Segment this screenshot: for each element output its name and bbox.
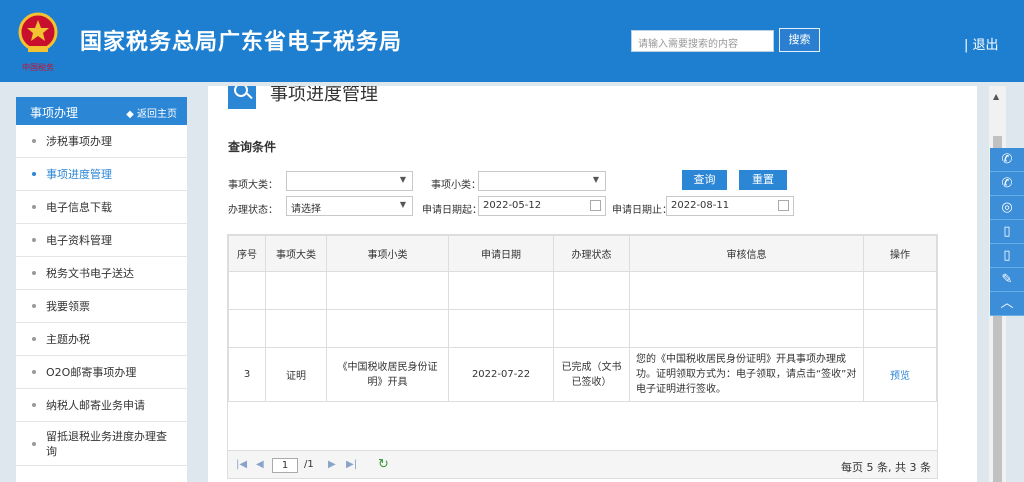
sidebar-item-tax-matters[interactable]: 涉税事项办理 — [16, 125, 187, 158]
cell-minor: 《中国税收居民身份证明》开具 — [326, 347, 449, 402]
scroll-up-arrow-icon[interactable]: ▲ — [993, 92, 999, 101]
pagination-bar: |◀ ◀ 1 /1 ▶ ▶| ↻ 每页 5 条, 共 3 条 — [228, 450, 937, 478]
sidebar-item-o2o-mail[interactable]: O2O邮寄事项办理 — [16, 356, 187, 389]
sidebar-item-e-info-download[interactable]: 电子信息下载 — [16, 191, 187, 224]
first-page-icon[interactable]: |◀ — [236, 459, 247, 470]
floating-toolbar: ✆ ✆ ◎ ▯ ▯ ✎ ︿ — [990, 148, 1024, 316]
query-section-title: 查询条件 — [228, 140, 277, 154]
search-magnifier-icon — [228, 86, 256, 109]
sidebar-item-progress[interactable]: 事项进度管理 — [16, 158, 187, 191]
results-grid: 序号 事项大类 事项小类 申请日期 办理状态 审核信息 操作 3 证明 《中国税… — [227, 234, 938, 479]
date-from-value: 2022-05-12 — [483, 200, 542, 211]
table-row-empty — [228, 309, 937, 348]
sidebar-item-label: 涉税事项办理 — [46, 135, 112, 148]
back-home-link[interactable]: ◆ 返回主页 — [126, 105, 177, 120]
preview-link[interactable]: 预览 — [890, 371, 910, 382]
back-to-top-icon[interactable]: ︿ — [990, 292, 1024, 316]
sidebar: 事项办理 ◆ 返回主页 涉税事项办理 事项进度管理 电子信息下载 电子资料管理 … — [16, 97, 187, 482]
sidebar-item-label: O2O邮寄事项办理 — [46, 366, 137, 379]
column-header[interactable]: 办理状态 — [553, 235, 630, 272]
emblem-caption: 中国税务 — [22, 62, 54, 72]
sidebar-item-label: 我要领票 — [46, 300, 90, 313]
logout-link[interactable]: | 退出 — [964, 34, 999, 53]
sidebar-item-mail-request[interactable]: 纳税人邮寄业务申请 — [16, 389, 187, 422]
calendar-icon[interactable] — [590, 200, 601, 211]
sidebar-item-e-docs[interactable]: 电子资料管理 — [16, 224, 187, 257]
sidebar-item-refund-query[interactable]: 留抵退税业务进度办理查询 — [16, 422, 187, 466]
sidebar-item-label: 电子信息下载 — [46, 201, 112, 214]
table-row-empty — [228, 271, 937, 310]
page-title: 事项进度管理 — [270, 86, 378, 105]
column-header[interactable]: 事项小类 — [326, 235, 449, 272]
status-value: 请选择 — [291, 204, 321, 215]
sidebar-item-get-invoice[interactable]: 我要领票 — [16, 290, 187, 323]
next-page-icon[interactable]: ▶ — [328, 459, 336, 470]
chevron-down-icon: ▼ — [399, 175, 406, 184]
mobile-icon[interactable]: ▯ — [990, 244, 1024, 268]
main-panel: 事项进度管理 查询条件 事项大类： ▼ 事项小类： ▼ 查询 重置 办理状态： … — [208, 86, 977, 482]
cell-status: 已完成（文书已签收） — [553, 347, 630, 402]
date-to-label: 申请日期止： — [612, 205, 672, 216]
major-category-select[interactable]: ▼ — [286, 171, 413, 191]
edit-icon[interactable]: ✎ — [990, 268, 1024, 292]
sidebar-item-label: 电子资料管理 — [46, 234, 112, 247]
search-input[interactable]: 请输入需要搜索的内容 — [631, 30, 774, 52]
minor-category-label: 事项小类： — [431, 180, 481, 191]
cell-seq: 3 — [228, 347, 266, 402]
table-header-row: 序号 事项大类 事项小类 申请日期 办理状态 审核信息 操作 — [228, 235, 937, 272]
results-table: 序号 事项大类 事项小类 申请日期 办理状态 审核信息 操作 3 证明 《中国税… — [228, 235, 937, 402]
pagination-summary: 每页 5 条, 共 3 条 — [841, 461, 931, 474]
site-title: 国家税务总局广东省电子税务局 — [80, 30, 403, 55]
page-heading: 事项进度管理 — [228, 86, 378, 112]
date-from-label: 申请日期起： — [422, 205, 482, 216]
wechat-icon[interactable]: ✆ — [990, 172, 1024, 196]
column-header[interactable]: 序号 — [228, 235, 266, 272]
page-number-input[interactable]: 1 — [272, 458, 298, 473]
sidebar-item-e-delivery[interactable]: 税务文书电子送达 — [16, 257, 187, 290]
mobile-icon[interactable]: ▯ — [990, 220, 1024, 244]
date-to-value: 2022-08-11 — [671, 200, 730, 211]
major-category-label: 事项大类： — [228, 180, 278, 191]
tax-emblem-logo: 中国税务 — [18, 12, 58, 72]
sidebar-item-label: 留抵退税业务进度办理查询 — [46, 429, 167, 458]
cell-action: 预览 — [863, 347, 937, 402]
chevron-down-icon: ▼ — [592, 175, 599, 184]
minor-category-select[interactable]: ▼ — [478, 171, 606, 191]
column-header[interactable]: 审核信息 — [629, 235, 864, 272]
date-to-input[interactable]: 2022-08-11 — [666, 196, 794, 216]
sidebar-item-theme-tax[interactable]: 主题办税 — [16, 323, 187, 356]
last-page-icon[interactable]: ▶| — [346, 459, 357, 470]
wechat-icon[interactable]: ✆ — [990, 148, 1024, 172]
table-row[interactable]: 3 证明 《中国税收居民身份证明》开具 2022-07-22 已完成（文书已签收… — [228, 347, 937, 402]
cell-message: 您的《中国税收居民身份证明》开具事项办理成功。证明领取方式为：电子领取，请点击“… — [629, 347, 864, 402]
sidebar-item-label: 税务文书电子送达 — [46, 267, 134, 280]
search-button[interactable]: 搜索 — [779, 28, 820, 52]
cell-major: 证明 — [265, 347, 327, 402]
sidebar-header: 事项办理 ◆ 返回主页 — [16, 97, 187, 125]
cell-date: 2022-07-22 — [448, 347, 554, 402]
sidebar-title: 事项办理 — [30, 106, 79, 120]
sidebar-item-label: 纳税人邮寄业务申请 — [46, 399, 145, 412]
page-total: /1 — [304, 459, 314, 470]
query-button[interactable]: 查询 — [682, 170, 727, 190]
weibo-icon[interactable]: ◎ — [990, 196, 1024, 220]
chevron-down-icon: ▼ — [399, 200, 406, 209]
refresh-icon[interactable]: ↻ — [378, 457, 389, 472]
calendar-icon[interactable] — [778, 200, 789, 211]
status-label: 办理状态： — [228, 205, 278, 216]
column-header[interactable]: 事项大类 — [265, 235, 327, 272]
prev-page-icon[interactable]: ◀ — [256, 459, 264, 470]
status-select[interactable]: 请选择 ▼ — [286, 196, 413, 216]
sidebar-item-label: 主题办税 — [46, 333, 90, 346]
top-header: 中国税务 国家税务总局广东省电子税务局 请输入需要搜索的内容 搜索 | 退出 — [0, 0, 1024, 82]
date-from-input[interactable]: 2022-05-12 — [478, 196, 606, 216]
sidebar-item-label: 事项进度管理 — [46, 168, 112, 181]
reset-button[interactable]: 重置 — [739, 170, 787, 190]
column-header[interactable]: 申请日期 — [448, 235, 554, 272]
column-header[interactable]: 操作 — [863, 235, 937, 272]
